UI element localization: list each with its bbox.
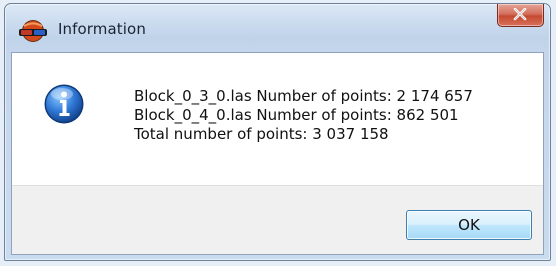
message-text: Block_0_3_0.las Number of points: 2 174 … — [134, 87, 473, 144]
dialog-window: Information Block_0_3_0.las Number of po… — [4, 3, 551, 261]
dialog-content: Block_0_3_0.las Number of points: 2 174 … — [11, 52, 544, 255]
title-bar[interactable]: Information — [5, 4, 550, 54]
message-line-total: Total number of points: 3 037 158 — [134, 125, 389, 143]
ok-button[interactable]: OK — [406, 210, 532, 240]
button-bar: OK — [12, 185, 543, 254]
message-line-block-0-4-0: Block_0_4_0.las Number of points: 862 50… — [134, 106, 459, 124]
message-line-block-0-3-0: Block_0_3_0.las Number of points: 2 174 … — [134, 87, 473, 105]
app-3d-glasses-icon — [18, 19, 48, 43]
info-icon — [43, 83, 85, 125]
window-title: Information — [58, 20, 146, 38]
close-icon — [513, 8, 527, 21]
close-button[interactable] — [497, 4, 544, 27]
